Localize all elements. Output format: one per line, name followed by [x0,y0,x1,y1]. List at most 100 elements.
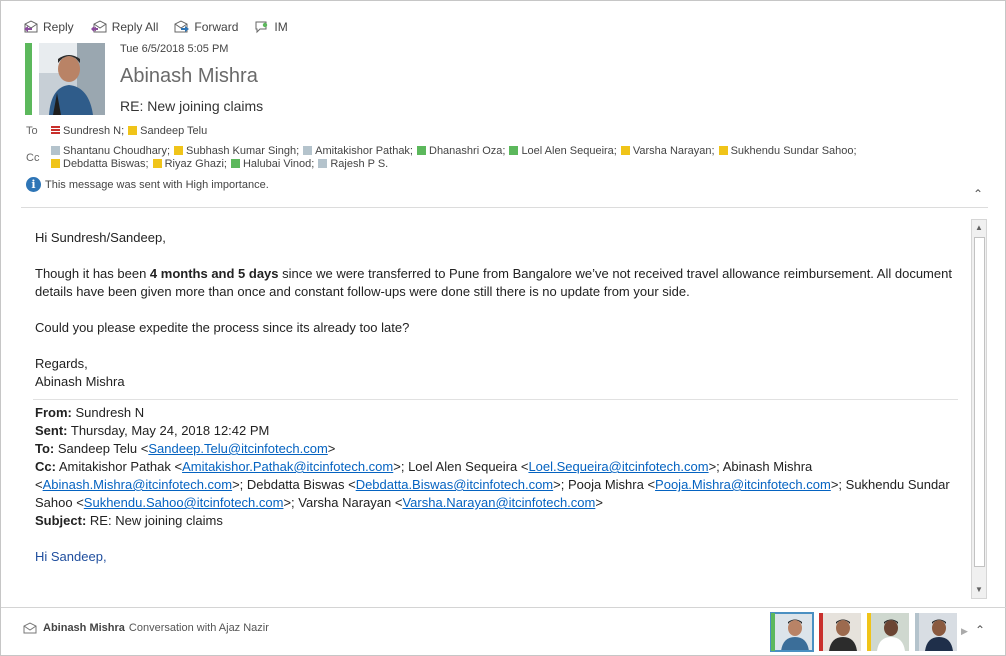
quoted-from: From: Sundresh N [35,404,965,422]
quoted-cc-email-link[interactable]: Abinash.Mishra@itcinfotech.com [43,477,233,492]
quoted-from-value: Sundresh N [75,405,145,420]
quoted-cc-separator: >; [393,459,409,474]
to-label: To [26,125,38,137]
recipient[interactable]: Halubai Vinod; [230,158,314,171]
recipient[interactable]: Debdatta Biswas; [51,158,149,171]
recipient[interactable]: Shantanu Choudhary; [51,145,170,158]
recipient[interactable]: Varsha Narayan; [620,145,715,158]
importance-text: This message was sent with High importan… [45,178,269,191]
expand-people-pane-icon[interactable]: ⌃ [975,623,985,637]
forward-icon [174,20,190,33]
scroll-down-arrow-icon[interactable]: ▼ [972,582,986,598]
body-text: Though it has been [35,266,150,281]
forward-button[interactable]: Forward [174,20,238,34]
recipient[interactable]: Sandeep Telu [128,125,207,138]
recipient[interactable]: Dhanashri Oza; [417,145,505,158]
recipient[interactable]: Sukhendu Sundar Sahoo; [718,145,857,158]
recipient-name: Shantanu Choudhary; [63,145,171,157]
quoted-sent: Sent: Thursday, May 24, 2018 12:42 PM [35,422,965,440]
people-pane-footer: Abinash Mishra Conversation with Ajaz Na… [23,622,269,634]
footer-sender-name[interactable]: Abinash Mishra [43,622,125,634]
people-thumbnails [770,612,957,652]
recipient-name: Riyaz Ghazi; [164,158,227,170]
presence-status-icon [318,159,328,168]
recipient-name: Sundresh N; [63,125,125,137]
quoted-to: To: Sandeep Telu <Sandeep.Telu@itcinfote… [35,441,336,456]
scroll-up-arrow-icon[interactable]: ▲ [972,220,986,236]
person-photo [829,619,857,651]
message-toolbar: Reply Reply All Forward IM [23,15,304,39]
body-paragraph-2: Could you please expedite the process si… [35,320,410,335]
quote-divider [33,399,958,400]
recipient[interactable]: Amitakishor Pathak; [303,145,413,158]
sender-avatar[interactable] [39,43,105,115]
header-divider [21,207,988,208]
presence-status-icon [303,146,313,155]
quoted-subject-value: RE: New joining claims [89,513,223,528]
cc-recipients: Shantanu Choudhary; Subhash Kumar Singh; A… [51,145,956,171]
recipient-name: Sandeep Telu [140,125,208,137]
person-thumbnail[interactable] [915,613,957,651]
person-thumbnail[interactable] [770,612,814,652]
recipient-name: Loel Alen Sequeira; [521,145,617,157]
recipient-name: Debdatta Biswas; [63,158,149,170]
im-label: IM [274,20,288,34]
presence-status-icon [51,159,60,168]
quoted-sent-label: Sent: [35,423,68,438]
recipient[interactable]: Loel Alen Sequeira; [509,145,617,158]
reply-label: Reply [43,20,74,34]
cc-label: Cc [26,152,40,164]
next-people-arrow-icon[interactable]: ▶ [961,626,968,637]
presence-status-icon [230,159,240,168]
collapse-header-icon[interactable]: ⌃ [973,187,983,201]
quoted-cc-name: Loel Alen Sequeira < [408,459,529,474]
recipient-name: Amitakishor Pathak; [315,145,413,157]
reply-button[interactable]: Reply [23,20,74,34]
forward-label: Forward [194,20,239,34]
presence-status-icon [620,146,630,155]
quoted-cc-email-link[interactable]: Loel.Sequeira@itcinfotech.com [528,459,708,474]
quoted-cc-separator: >; [708,459,723,474]
recipient[interactable]: Sundresh N; [51,125,124,138]
recipient-name: Dhanashri Oza; [429,145,506,157]
scrollbar-thumb[interactable] [974,237,985,567]
footer-conversation-text: Conversation with Ajaz Nazir [128,622,269,634]
recipient[interactable]: Rajesh P S. [318,158,388,171]
reply-all-button[interactable]: Reply All [90,20,159,34]
presence-status-bar [867,613,871,651]
presence-status-icon [174,146,184,155]
quoted-cc-label: Cc: [35,459,56,474]
reply-all-label: Reply All [111,20,159,34]
quoted-subject-label: Subject: [35,513,87,528]
im-button[interactable]: IM [254,20,288,34]
quoted-cc-email-link[interactable]: Amitakishor.Pathak@itcinfotech.com [182,459,393,474]
quoted-cc-email-link[interactable]: Sukhendu.Sahoo@itcinfotech.com [84,495,284,510]
recipient[interactable]: Riyaz Ghazi; [152,158,227,171]
person-thumbnail[interactable] [819,613,861,651]
body-scrollbar[interactable]: ▲ ▼ [971,219,987,599]
quoted-greeting: Hi Sandeep, [35,549,107,564]
person-thumbnail[interactable] [867,613,909,651]
quoted-cc-email-link[interactable]: Debdatta.Biswas@itcinfotech.com [356,477,553,492]
recipient-name: Subhash Kumar Singh; [186,145,300,157]
info-icon: i [26,177,41,192]
presence-status-bar [771,613,775,651]
recipient[interactable]: Subhash Kumar Singh; [174,145,299,158]
im-icon [255,21,268,34]
recipient-name: Varsha Narayan; [632,145,715,157]
quoted-cc: Cc: Amitakishor Pathak <Amitakishor.Path… [35,458,965,512]
body-paragraph-1: Though it has been 4 months and 5 days s… [35,265,965,301]
body-greeting: Hi Sundresh/Sandeep, [35,230,166,245]
presence-status-icon [509,146,519,155]
reply-all-icon [90,20,107,33]
quoted-to-email-link[interactable]: Sandeep.Telu@itcinfotech.com [148,441,327,456]
sender-name[interactable]: Abinash Mishra [120,65,258,88]
quoted-cc-email-link[interactable]: Pooja.Mishra@itcinfotech.com [655,477,831,492]
message-body: Hi Sundresh/Sandeep, Though it has been … [33,229,965,566]
recipient-name: Sukhendu Sundar Sahoo; [730,145,857,157]
quoted-cc-email-link[interactable]: Varsha.Narayan@itcinfotech.com [402,495,595,510]
to-recipients: Sundresh N; Sandeep Telu [51,125,951,138]
message-window: Reply Reply All Forward IM Tue 6/5/2018 … [0,0,1006,656]
body-signature: Abinash Mishra [35,374,125,389]
quoted-subject: Subject: RE: New joining claims [35,512,965,530]
